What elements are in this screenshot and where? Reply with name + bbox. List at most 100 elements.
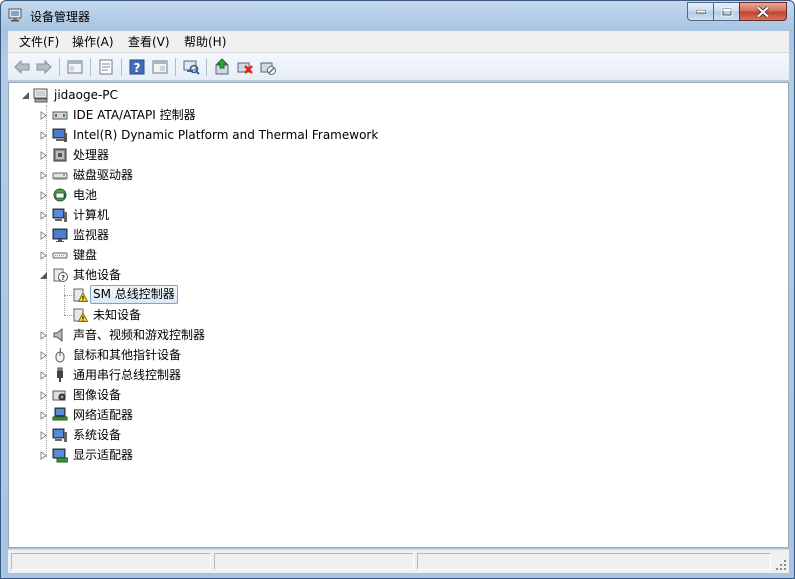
keyboard-icon bbox=[52, 252, 68, 259]
tree-category-label: 网络适配器 bbox=[73, 408, 134, 422]
tree-category[interactable]: 处理器 bbox=[9, 145, 409, 165]
update-driver-icon[interactable] bbox=[213, 58, 231, 76]
tree-category-label: 图像设备 bbox=[73, 388, 122, 402]
tree-category-label: 显示适配器 bbox=[73, 448, 134, 462]
collapsed-arrow-icon[interactable] bbox=[39, 111, 48, 120]
toolbar-separator bbox=[121, 58, 122, 76]
expanded-arrow-icon[interactable] bbox=[21, 91, 30, 100]
forward-icon[interactable] bbox=[35, 58, 53, 76]
tree-category[interactable]: 电池 bbox=[9, 185, 409, 205]
tree-category-label: 其他设备 bbox=[73, 268, 122, 282]
camera-icon bbox=[52, 390, 66, 401]
status-bar bbox=[8, 549, 789, 573]
device-manager-window: 设备管理器 文件(F) 操作(A) 查看(V) 帮助(H) ? jidaoge-… bbox=[0, 0, 795, 579]
close-button[interactable] bbox=[739, 2, 787, 21]
tree-category[interactable]: Intel(R) Dynamic Platform and Thermal Fr… bbox=[9, 125, 409, 145]
toolbar-separator bbox=[206, 58, 207, 76]
status-pane bbox=[417, 553, 771, 570]
disable-icon[interactable] bbox=[259, 58, 277, 76]
collapsed-arrow-icon[interactable] bbox=[39, 451, 48, 460]
tree-category-label: 处理器 bbox=[73, 148, 110, 162]
help-icon[interactable]: ? bbox=[128, 58, 146, 76]
tree-category-label: IDE ATA/ATAPI 控制器 bbox=[73, 108, 196, 122]
processor-icon bbox=[53, 148, 67, 162]
battery-icon bbox=[53, 188, 67, 202]
usb-icon bbox=[57, 367, 63, 382]
menu-action[interactable]: 操作(A) bbox=[72, 34, 114, 50]
other-devices-icon: ? bbox=[53, 268, 68, 282]
computer-root-icon bbox=[33, 88, 48, 103]
menu-view[interactable]: 查看(V) bbox=[128, 34, 170, 50]
tree-category-label: 监视器 bbox=[73, 228, 110, 242]
uninstall-icon[interactable] bbox=[236, 58, 254, 76]
back-icon[interactable] bbox=[13, 58, 31, 76]
tree-category[interactable]: 图像设备 bbox=[9, 385, 409, 405]
tree-category-label: 计算机 bbox=[73, 208, 110, 222]
collapsed-arrow-icon[interactable] bbox=[39, 211, 48, 220]
tree-device[interactable]: 未知设备 bbox=[9, 305, 409, 325]
tree-category[interactable]: 网络适配器 bbox=[9, 405, 409, 425]
toolbar-separator bbox=[175, 58, 176, 76]
tree-device-label: 未知设备 bbox=[93, 308, 142, 322]
tree-category[interactable]: 监视器 bbox=[9, 225, 409, 245]
menu-help[interactable]: 帮助(H) bbox=[184, 34, 226, 50]
collapsed-arrow-icon[interactable] bbox=[39, 411, 48, 420]
tree-device-selected[interactable]: SM 总线控制器 bbox=[9, 285, 409, 305]
tree-category[interactable]: 声音、视频和游戏控制器 bbox=[9, 325, 409, 345]
collapsed-arrow-icon[interactable] bbox=[39, 251, 48, 260]
collapsed-arrow-icon[interactable] bbox=[39, 231, 48, 240]
minimize-icon bbox=[695, 9, 706, 13]
menu-bar: 文件(F) 操作(A) 查看(V) 帮助(H) bbox=[8, 31, 789, 53]
tree-category[interactable]: 系统设备 bbox=[9, 425, 409, 445]
monitor-icon bbox=[52, 228, 68, 242]
svg-text:?: ? bbox=[61, 274, 65, 282]
collapsed-arrow-icon[interactable] bbox=[39, 131, 48, 140]
expanded-arrow-icon[interactable] bbox=[39, 271, 48, 280]
toolbar-separator bbox=[59, 58, 60, 76]
toolbar-separator bbox=[90, 58, 91, 76]
collapsed-arrow-icon[interactable] bbox=[39, 431, 48, 440]
warning-device-icon bbox=[73, 288, 88, 302]
show-hide-tree-icon[interactable] bbox=[66, 58, 84, 76]
maximize-button[interactable] bbox=[713, 2, 740, 21]
tree-category-label: 键盘 bbox=[73, 248, 98, 262]
mouse-icon bbox=[55, 347, 65, 363]
tree-category[interactable]: 键盘 bbox=[9, 245, 409, 265]
view-icon[interactable] bbox=[151, 58, 169, 76]
tree-category[interactable]: 鼠标和其他指针设备 bbox=[9, 345, 409, 365]
tree-category-label: 电池 bbox=[73, 188, 98, 202]
properties-icon[interactable] bbox=[97, 58, 115, 76]
device-tree-panel[interactable]: jidaoge-PC IDE ATA/ATAPI 控制器 Intel(R) Dy… bbox=[8, 82, 789, 548]
tree-category[interactable]: 计算机 bbox=[9, 205, 409, 225]
collapsed-arrow-icon[interactable] bbox=[39, 351, 48, 360]
tree-root[interactable]: jidaoge-PC bbox=[9, 85, 409, 105]
resize-grip-icon[interactable] bbox=[775, 559, 787, 571]
tree-category-expanded[interactable]: ? 其他设备 bbox=[9, 265, 409, 285]
computer-icon bbox=[52, 208, 67, 222]
tree-category[interactable]: IDE ATA/ATAPI 控制器 bbox=[9, 105, 409, 125]
tree-category[interactable]: 通用串行总线控制器 bbox=[9, 365, 409, 385]
device-manager-app-icon bbox=[8, 7, 24, 23]
collapsed-arrow-icon[interactable] bbox=[39, 151, 48, 160]
collapsed-arrow-icon[interactable] bbox=[39, 391, 48, 400]
minimize-button[interactable] bbox=[687, 2, 714, 21]
tree-root-label: jidaoge-PC bbox=[54, 88, 118, 102]
svg-text:?: ? bbox=[134, 61, 141, 75]
close-icon bbox=[757, 6, 769, 17]
status-pane bbox=[11, 553, 211, 570]
scan-hardware-icon[interactable] bbox=[182, 58, 200, 76]
tree-category-label: 声音、视频和游戏控制器 bbox=[73, 328, 206, 342]
maximize-icon bbox=[721, 7, 732, 16]
collapsed-arrow-icon[interactable] bbox=[39, 171, 48, 180]
collapsed-arrow-icon[interactable] bbox=[39, 371, 48, 380]
collapsed-arrow-icon[interactable] bbox=[39, 191, 48, 200]
tree-category[interactable]: 显示适配器 bbox=[9, 445, 409, 465]
tree-category[interactable]: 磁盘驱动器 bbox=[9, 165, 409, 185]
title-bar[interactable]: 设备管理器 bbox=[1, 1, 794, 31]
menu-file[interactable]: 文件(F) bbox=[19, 34, 59, 50]
disk-drive-icon bbox=[52, 172, 68, 180]
toolbar: ? bbox=[8, 53, 789, 81]
system-device-icon bbox=[52, 428, 67, 442]
warning-device-icon bbox=[73, 308, 88, 322]
collapsed-arrow-icon[interactable] bbox=[39, 331, 48, 340]
